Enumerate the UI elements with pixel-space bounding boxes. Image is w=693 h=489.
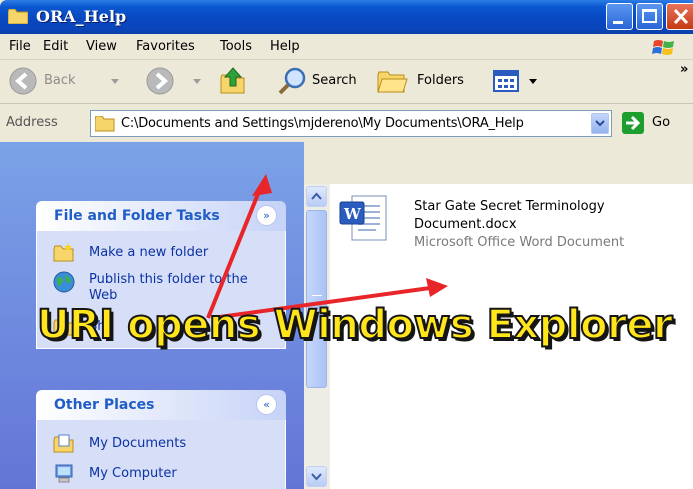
annotation-banner: URI opens Windows Explorer [36,301,674,349]
place-my-computer-label: My Computer [89,466,177,481]
windows-logo-icon [652,40,674,55]
address-field[interactable]: C:\Documents and Settings\mjdereno\My Do… [90,110,612,137]
window-title: ORA_Help [36,7,127,26]
chevron-down-icon [529,79,537,84]
word-document-icon: W [339,195,387,241]
menu-edit[interactable]: Edit [43,39,68,54]
scroll-down-button[interactable] [306,466,327,487]
folder-new-icon [53,243,74,262]
back-arrow-icon [9,67,37,95]
folders-icon [377,71,408,93]
maximize-icon [642,9,657,23]
views-button[interactable] [493,67,553,97]
views-icon [493,70,519,92]
back-button[interactable]: Back [8,65,128,97]
file-item[interactable]: W Star Gate Secret Terminology Document.… [338,194,678,254]
minimize-button[interactable] [606,3,633,30]
menu-file[interactable]: File [9,39,31,54]
go-label: Go [652,115,671,130]
my-computer-icon [55,464,73,483]
address-label: Address [6,115,58,130]
place-my-documents-label: My Documents [89,436,187,451]
other-places-header[interactable]: Other Places « [36,390,286,420]
task-publish-folder-label: Publish this folder to the Web [89,272,248,303]
address-bar: Address C:\Documents and Settings\mjdere… [0,104,693,142]
back-label: Back [44,73,76,88]
scroll-thumb[interactable] [306,210,327,388]
globe-publish-icon [53,271,75,293]
chevron-down-icon [595,120,605,127]
menu-tools[interactable]: Tools [220,39,252,54]
chevron-down-icon [311,473,322,481]
file-name-line1: Star Gate Secret Terminology [414,199,605,214]
forward-arrow-icon [146,67,174,95]
folder-icon [8,9,28,24]
search-button[interactable]: Search [276,65,366,97]
up-folder-icon[interactable] [218,66,248,96]
other-places-body: My Documents My Computer [36,420,286,489]
menu-bar: File Edit View Favorites Tools Help [0,34,693,60]
address-path: C:\Documents and Settings\mjdereno\My Do… [121,116,524,131]
explorer-window: ORA_Help File Edit View Favorites Tools … [0,0,693,489]
file-folder-tasks-header[interactable]: File and Folder Tasks » [36,201,286,231]
collapse-toggle-icon[interactable]: « [256,394,277,415]
my-documents-icon [53,434,74,453]
search-label: Search [312,73,357,88]
go-button[interactable]: Go [622,111,682,137]
minimize-icon [613,21,623,24]
place-my-documents[interactable]: My Documents [53,434,273,456]
title-bar[interactable]: ORA_Help [0,0,693,34]
go-arrow-icon [622,112,644,134]
menu-view[interactable]: View [86,39,117,54]
address-dropdown-button[interactable] [591,113,609,134]
task-make-new-folder-label: Make a new folder [89,245,209,260]
file-name-line2: Document.docx [414,217,517,232]
maximize-button[interactable] [636,3,663,30]
toolbar: Back Search Folders » [0,60,693,104]
folders-label: Folders [417,73,464,88]
file-folder-tasks-title: File and Folder Tasks [54,208,220,224]
chevron-up-icon [311,192,322,200]
chevron-down-icon [193,79,201,84]
collapse-toggle-icon[interactable]: » [256,205,277,226]
toolbar-overflow-chevron[interactable]: » [680,62,688,77]
menu-favorites[interactable]: Favorites [136,39,195,54]
folder-icon [95,116,115,132]
chevron-down-icon [111,79,119,84]
svg-text:W: W [343,205,362,223]
forward-button[interactable] [145,65,215,97]
scroll-up-button[interactable] [306,186,327,207]
other-places-title: Other Places [54,397,155,413]
close-icon [673,8,689,25]
search-icon [278,67,306,95]
file-type: Microsoft Office Word Document [414,235,625,250]
task-make-new-folder[interactable]: Make a new folder [53,243,273,265]
menu-help[interactable]: Help [270,39,300,54]
close-button[interactable] [666,3,693,30]
folders-button[interactable]: Folders [376,65,476,97]
place-my-computer[interactable]: My Computer [53,464,273,486]
